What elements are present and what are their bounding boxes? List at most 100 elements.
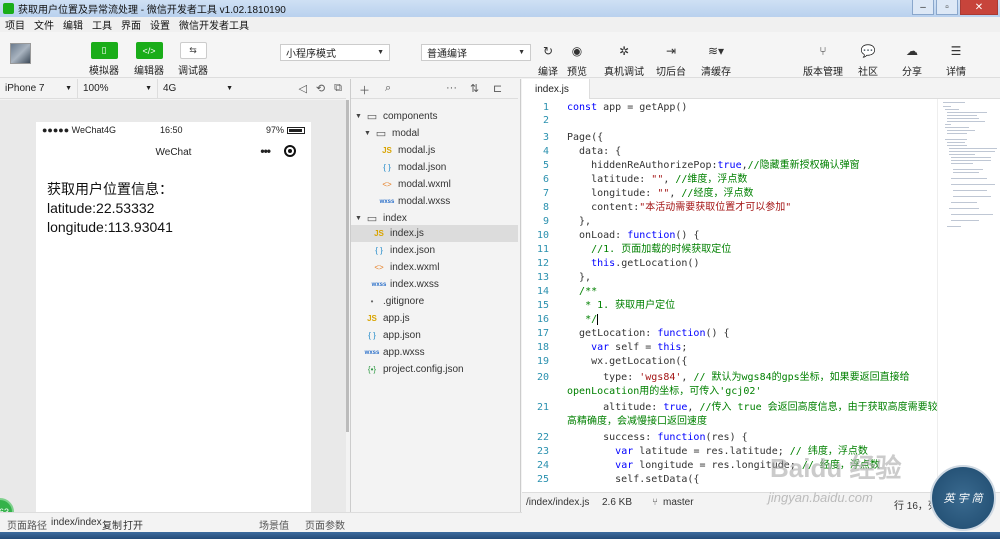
more-icon[interactable]: ··· xyxy=(446,82,457,94)
editor-tab-bar: index.js xyxy=(522,79,1000,99)
tree-item[interactable]: { } modal.json xyxy=(351,159,518,176)
tree-item[interactable]: ▼ ▭ modal xyxy=(351,125,518,142)
details-button[interactable]: ☰ 详情 xyxy=(946,43,966,78)
editor-button[interactable]: </> 编辑器 xyxy=(134,42,164,77)
battery-level: 97% xyxy=(265,125,284,135)
chevron-down-icon: ▼ xyxy=(377,49,384,56)
preview-button[interactable]: ◉ 预览 xyxy=(567,43,587,78)
copy-link[interactable]: 复制 xyxy=(102,517,122,532)
debugger-button[interactable]: ⇆ 调试器 xyxy=(178,42,208,77)
menu-project[interactable]: 项目 xyxy=(5,17,25,32)
mode-select[interactable]: 小程序模式 ▼ xyxy=(280,44,390,61)
tree-item[interactable]: JS modal.js xyxy=(351,142,518,159)
phone-nav-bar: WeChat ••• xyxy=(36,138,311,166)
version-button[interactable]: ⑂ 版本管理 xyxy=(803,43,843,78)
js-file-icon: JS xyxy=(374,229,384,238)
toolbar: ▯ 模拟器 </> 编辑器 ⇆ 调试器 小程序模式 ▼ 普通编译 ▼ ↻ 编译 … xyxy=(0,32,1000,78)
maximize-button[interactable]: ▫ xyxy=(936,0,958,15)
code-line: 7 longitude: "", //经度，浮点数 xyxy=(542,188,754,199)
code-line: 22 success: function(res) { xyxy=(536,432,748,443)
tree-item[interactable]: wxss index.wxss xyxy=(351,276,518,293)
code-line: 10 onLoad: function() { xyxy=(536,230,700,241)
scene-value[interactable]: 场景值 xyxy=(259,517,289,532)
menu-tools[interactable]: 工具 xyxy=(92,17,112,32)
share-button[interactable]: ☁ 分享 xyxy=(902,43,922,78)
file-tree-toolbar: ＋ ⌕ ··· ⇅ ⊏ xyxy=(351,79,518,99)
page-path: index/index xyxy=(51,517,102,528)
simulator-footer: 页面路径 index/index 复制 打开 场景值 页面参数 xyxy=(0,512,522,532)
avatar[interactable] xyxy=(10,43,31,64)
simulator-button[interactable]: ▯ 模拟器 xyxy=(89,42,119,77)
zoom-select[interactable]: 100% ▼ xyxy=(78,78,158,99)
device-select[interactable]: iPhone 7 ▼ xyxy=(0,78,78,99)
tree-item[interactable]: { } app.json xyxy=(351,327,518,344)
tree-item[interactable]: wxss modal.wxss xyxy=(351,193,518,210)
minimize-button[interactable]: – xyxy=(912,0,934,15)
tree-item[interactable]: {•} project.config.json xyxy=(351,361,518,378)
simulator-scrollbar[interactable] xyxy=(346,100,349,432)
menu-edit[interactable]: 编辑 xyxy=(63,17,83,32)
git-branch[interactable]: master xyxy=(663,497,694,508)
simulator-toolbar: iPhone 7 ▼ 100% ▼ 4G ▼ ◁ ⟲ ⧉ xyxy=(0,78,346,99)
rotate-icon[interactable]: ⟲ xyxy=(316,82,325,95)
tree-item[interactable]: • .gitignore xyxy=(351,293,518,310)
background-button[interactable]: ⇥ 切后台 xyxy=(656,43,686,78)
code-line: 13 }, xyxy=(536,272,592,283)
js-file-icon: JS xyxy=(367,314,377,323)
tree-item[interactable]: ▼ ▭ components xyxy=(351,108,518,125)
tree-item[interactable]: wxss app.wxss xyxy=(351,344,518,361)
watermark: Baidu 经验 xyxy=(770,453,902,483)
community-button[interactable]: 💬 社区 xyxy=(858,43,878,78)
detach-icon[interactable]: ⧉ xyxy=(334,82,342,95)
menu-view[interactable]: 界面 xyxy=(121,17,141,32)
open-link[interactable]: 打开 xyxy=(123,517,143,532)
capsule-menu[interactable]: ••• xyxy=(260,144,296,158)
compile-button[interactable]: ↻ 编译 xyxy=(538,43,558,78)
phone-icon: ▯ xyxy=(90,42,118,59)
menu-file[interactable]: 文件 xyxy=(34,17,54,32)
tree-item[interactable]: <> modal.wxml xyxy=(351,176,518,193)
tree-item[interactable]: JS app.js xyxy=(351,310,518,327)
volume-icon[interactable]: ◁ xyxy=(298,82,306,95)
tree-item-selected[interactable]: JS index.js xyxy=(351,225,518,242)
tree-item[interactable]: <> index.wxml xyxy=(351,259,518,276)
code-line: 20 type: 'wgs84', // 默认为wgs84的gps坐标，如果要返… xyxy=(536,372,910,383)
chevron-down-icon: ▼ xyxy=(145,85,152,92)
menu-settings[interactable]: 设置 xyxy=(150,17,170,32)
folder-icon: ▭ xyxy=(366,111,378,123)
close-mini-program-icon[interactable] xyxy=(284,145,296,157)
tab-index-js[interactable]: index.js xyxy=(522,79,590,99)
wxml-file-icon: <> xyxy=(382,180,392,189)
os-taskbar xyxy=(0,532,1000,539)
carrier-signal: ●●●●● WeChat4G xyxy=(42,125,117,135)
add-icon[interactable]: ＋ xyxy=(359,82,370,98)
latitude-text: latitude:22.53332 xyxy=(47,200,155,216)
code-line: 12 this.getLocation() xyxy=(536,258,700,269)
more-dots-icon[interactable]: ••• xyxy=(260,144,271,158)
compile-select[interactable]: 普通编译 ▼ xyxy=(421,44,531,61)
remote-debug-button[interactable]: ✲ 真机调试 xyxy=(604,43,644,78)
chevron-down-icon: ▼ xyxy=(226,85,233,92)
wxml-file-icon: <> xyxy=(374,263,384,272)
sort-icon[interactable]: ⇅ xyxy=(470,82,479,95)
app-icon xyxy=(3,3,14,14)
page-path-label: 页面路径 xyxy=(7,521,47,532)
network-select[interactable]: 4G ▼ xyxy=(158,79,238,99)
clear-cache-button[interactable]: ≋▾ 清缓存 xyxy=(701,43,731,78)
title-bar: 获取用户位置及异常流处理 - 微信开发者工具 v1.02.1810190 – ▫… xyxy=(0,0,1000,17)
branch-icon: ⑂ xyxy=(819,44,827,58)
page-params[interactable]: 页面参数 xyxy=(305,517,345,532)
code-line: 14 /** xyxy=(536,286,598,297)
code-line: 1 const app = getApp() xyxy=(542,102,688,113)
collapse-icon[interactable]: ⊏ xyxy=(493,82,502,95)
phone-screen[interactable]: ●●●●● WeChat4G 16:50 97% WeChat ••• 获取用户… xyxy=(36,122,311,512)
search-icon[interactable]: ⌕ xyxy=(385,82,391,95)
page-content: 获取用户位置信息： latitude:22.53332 longitude:11… xyxy=(47,180,173,237)
splitter[interactable] xyxy=(520,79,521,512)
config-file-icon: {•} xyxy=(367,365,377,374)
menu-devtools[interactable]: 微信开发者工具 xyxy=(179,17,249,32)
code-minimap[interactable] xyxy=(937,99,1000,492)
tree-item[interactable]: { } index.json xyxy=(351,242,518,259)
close-button[interactable]: ✕ xyxy=(960,0,998,15)
code-editor[interactable]: 1 const app = getApp() 2 3 Page({ 4 data: … xyxy=(522,99,937,492)
